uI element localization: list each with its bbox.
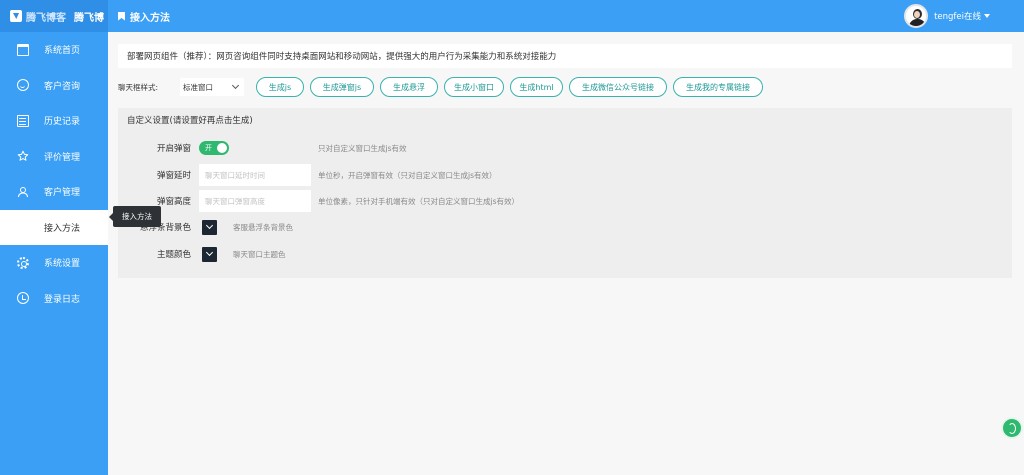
page-title: 接入方法: [118, 0, 170, 32]
popup-label: 开启弹窗: [156, 144, 191, 154]
delay-row: 弹窗延时 单位秒，开启弹窗有效（只对自定义窗口生成js有效）: [118, 164, 1012, 186]
style-select-value: 标准窗口: [183, 82, 213, 92]
height-input[interactable]: [199, 190, 311, 212]
theme-color-picker[interactable]: [202, 247, 217, 262]
generate-popup-js-button[interactable]: 生成弹窗js: [310, 77, 374, 97]
generate-html-button[interactable]: 生成html: [510, 77, 563, 97]
brand-name: 腾飞博: [74, 12, 104, 24]
caret-down-icon[interactable]: [984, 14, 990, 18]
height-label: 弹窗高度: [156, 197, 191, 207]
delay-hint: 单位秒，开启弹窗有效（只对自定义窗口生成js有效）: [318, 170, 497, 180]
popup-row: 开启弹窗 开 只对自定义窗口生成js有效: [118, 137, 1012, 159]
chat-icon: [17, 79, 29, 92]
avatar[interactable]: [904, 4, 929, 28]
height-row: 弹窗高度 单位像素，只针对手机端有效（只对自定义窗口生成js有效）: [118, 190, 1012, 212]
generate-small-window-button[interactable]: 生成小窗口: [444, 77, 504, 97]
sidebar-item-customers[interactable]: 客户管理: [0, 174, 108, 210]
sidebar-item-label: 历史记录: [44, 117, 81, 128]
sidebar-tooltip: 接入方法: [109, 206, 161, 227]
bookmark-icon: [118, 11, 125, 21]
history-icon: [17, 114, 29, 127]
sidebar-item-label: 客户管理: [44, 188, 81, 199]
chevron-down-icon: [231, 81, 240, 90]
popup-toggle[interactable]: 开: [199, 141, 229, 155]
sidebar-item-label: 客户咨询: [44, 81, 81, 92]
float-color-picker[interactable]: [202, 220, 217, 235]
floating-chat-icon[interactable]: [1001, 417, 1023, 439]
sidebar-item-consult[interactable]: 客户咨询: [0, 68, 108, 104]
float-color-hint: 客服悬浮条背景色: [233, 222, 293, 232]
float-color-row: 悬浮条背景色 客服悬浮条背景色: [118, 216, 1012, 238]
user-menu[interactable]: tengfei在线: [904, 3, 990, 29]
generate-js-button[interactable]: 生成js: [256, 77, 304, 97]
gear-icon: [17, 256, 29, 269]
logo-text: 腾飞博客: [26, 12, 66, 24]
sidebar-item-label: 评价管理: [44, 152, 81, 163]
intro-text: 部署网页组件（推荐）：网页咨询组件同时支持桌面网站和移动网站，提供强大的用户行为…: [118, 44, 1012, 68]
sidebar-item-reviews[interactable]: 评价管理: [0, 139, 108, 175]
delay-label: 弹窗延时: [156, 171, 191, 181]
generate-float-button[interactable]: 生成悬浮: [380, 77, 438, 97]
sidebar-item-label: 登录日志: [44, 294, 81, 305]
style-select[interactable]: 标准窗口: [180, 78, 244, 96]
clock-icon: [17, 292, 29, 305]
sidebar-item-settings[interactable]: 系统设置: [0, 245, 108, 281]
sidebar-item-label: 系统设置: [44, 259, 81, 270]
sidebar-item-history[interactable]: 历史记录: [0, 103, 108, 139]
generate-wechat-link-button[interactable]: 生成微信公众号链接: [569, 77, 667, 97]
toggle-text: 开: [205, 144, 212, 152]
sidebar-item-login-log[interactable]: 登录日志: [0, 281, 108, 317]
custom-settings-title: 自定义设置(请设置好再点击生成): [127, 116, 253, 126]
page-title-text: 接入方法: [130, 12, 170, 24]
style-toolbar: 聊天框样式: 标准窗口 生成js 生成弹窗js 生成悬浮 生成小窗口 生成htm…: [118, 76, 1012, 98]
theme-color-row: 主题颜色 聊天窗口主题色: [118, 243, 1012, 265]
theme-color-label: 主题颜色: [156, 250, 191, 260]
sidebar-item-integration[interactable]: 接入方法: [0, 209, 108, 245]
user-status[interactable]: tengfei在线: [934, 10, 981, 22]
sidebar-item-home[interactable]: 系统首页: [0, 32, 108, 68]
theme-color-hint: 聊天窗口主题色: [233, 249, 286, 259]
logo[interactable]: 腾飞博客 腾飞博: [0, 0, 108, 32]
top-bar: 腾飞博客 腾飞博 接入方法 tengfei在线: [0, 0, 1024, 32]
delay-input[interactable]: [199, 164, 311, 186]
popup-hint: 只对自定义窗口生成js有效: [318, 143, 407, 153]
style-label: 聊天框样式:: [118, 82, 159, 92]
home-icon: [17, 43, 29, 56]
custom-settings-panel: 自定义设置(请设置好再点击生成) 开启弹窗 开 只对自定义窗口生成js有效 弹窗…: [118, 108, 1012, 278]
star-icon: [17, 151, 29, 161]
logo-icon: [10, 10, 22, 22]
generate-my-link-button[interactable]: 生成我的专属链接: [673, 77, 763, 97]
sidebar: 系统首页 客户咨询 历史记录 评价管理 客户管理 接入方法 系统设置 登录日志: [0, 32, 108, 475]
sidebar-item-label: 接入方法: [44, 223, 81, 234]
height-hint: 单位像素，只针对手机端有效（只对自定义窗口生成js有效）: [318, 196, 519, 206]
main-content: 部署网页组件（推荐）：网页咨询组件同时支持桌面网站和移动网站，提供强大的用户行为…: [108, 32, 1024, 475]
sidebar-item-label: 系统首页: [44, 46, 81, 57]
user-icon: [18, 186, 28, 197]
